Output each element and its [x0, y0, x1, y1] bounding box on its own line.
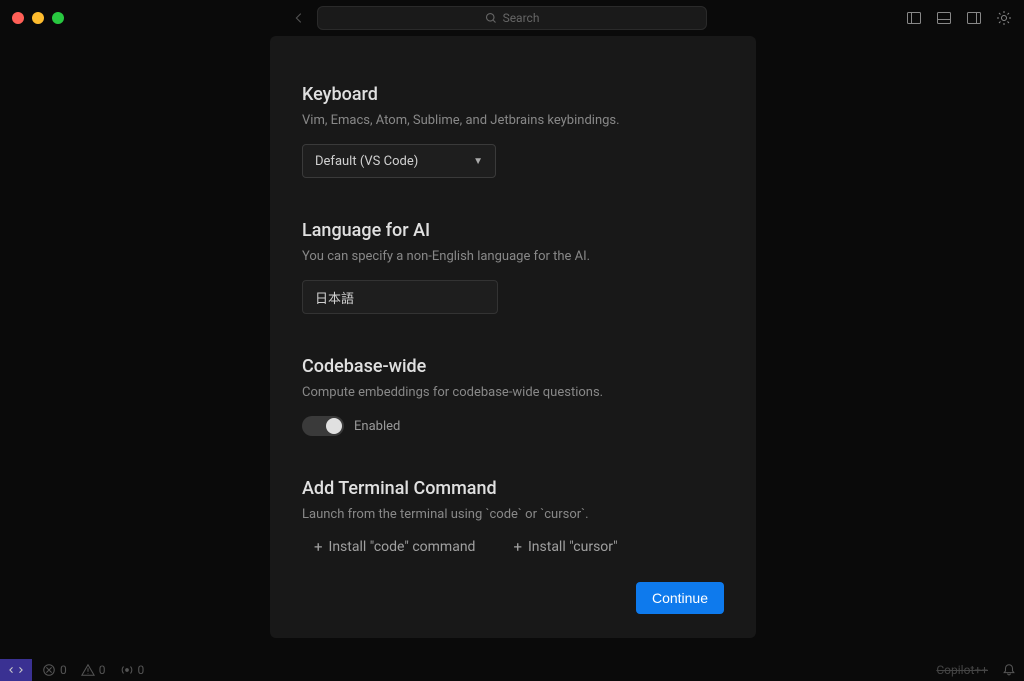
titlebar-right	[906, 10, 1012, 26]
copilot-status[interactable]: Copilot++	[936, 663, 988, 677]
language-desc: You can specify a non-English language f…	[302, 249, 724, 264]
panel-bottom-icon[interactable]	[936, 10, 952, 26]
continue-button[interactable]: Continue	[636, 582, 724, 614]
keyboard-desc: Vim, Emacs, Atom, Sublime, and Jetbrains…	[302, 113, 724, 128]
settings-gear-icon[interactable]	[996, 10, 1012, 26]
close-button[interactable]	[12, 12, 24, 24]
error-icon	[42, 663, 56, 677]
search-placeholder: Search	[503, 11, 540, 25]
plus-icon: +	[314, 538, 323, 556]
back-button[interactable]	[292, 11, 306, 25]
toggle-label: Enabled	[354, 419, 400, 434]
minimize-button[interactable]	[32, 12, 44, 24]
dropdown-value: Default (VS Code)	[315, 154, 418, 169]
language-section: Language for AI You can specify a non-En…	[302, 220, 724, 314]
titlebar: Search	[0, 0, 1024, 36]
panel-left-icon[interactable]	[906, 10, 922, 26]
install-code-label: Install "code" command	[329, 539, 476, 555]
errors-indicator[interactable]: 0	[42, 663, 67, 677]
warnings-count: 0	[99, 663, 106, 677]
remote-icon	[9, 663, 23, 677]
traffic-lights	[12, 12, 64, 24]
terminal-title: Add Terminal Command	[302, 478, 724, 499]
errors-count: 0	[60, 663, 67, 677]
status-bar: 0 0 0 Copilot++	[0, 659, 1024, 681]
plus-icon: +	[513, 538, 522, 556]
toggle-knob	[326, 418, 342, 434]
codebase-desc: Compute embeddings for codebase-wide que…	[302, 385, 724, 400]
settings-panel: Keyboard Vim, Emacs, Atom, Sublime, and …	[270, 36, 756, 638]
warning-icon	[81, 663, 95, 677]
keyboard-title: Keyboard	[302, 84, 724, 105]
codebase-toggle-row: Enabled	[302, 416, 724, 436]
maximize-button[interactable]	[52, 12, 64, 24]
codebase-section: Codebase-wide Compute embeddings for cod…	[302, 356, 724, 436]
language-title: Language for AI	[302, 220, 724, 241]
terminal-desc: Launch from the terminal using `code` or…	[302, 507, 724, 522]
status-right: Copilot++	[936, 663, 1016, 677]
search-icon	[485, 12, 497, 24]
remote-indicator[interactable]	[0, 659, 32, 681]
terminal-buttons: + Install "code" command + Install "curs…	[302, 538, 724, 556]
search-container: Search	[317, 6, 707, 30]
language-input[interactable]	[302, 280, 498, 314]
broadcast-icon	[120, 663, 134, 677]
keyboard-dropdown[interactable]: Default (VS Code) ▼	[302, 144, 496, 178]
install-code-button[interactable]: + Install "code" command	[314, 538, 475, 556]
codebase-toggle[interactable]	[302, 416, 344, 436]
install-cursor-label: Install "cursor"	[528, 539, 618, 555]
ports-indicator[interactable]: 0	[120, 663, 145, 677]
panel-right-icon[interactable]	[966, 10, 982, 26]
keyboard-section: Keyboard Vim, Emacs, Atom, Sublime, and …	[302, 84, 724, 178]
warnings-indicator[interactable]: 0	[81, 663, 106, 677]
bell-icon[interactable]	[1002, 663, 1016, 677]
codebase-title: Codebase-wide	[302, 356, 724, 377]
terminal-section: Add Terminal Command Launch from the ter…	[302, 478, 724, 556]
search-box[interactable]: Search	[317, 6, 707, 30]
install-cursor-button[interactable]: + Install "cursor"	[513, 538, 617, 556]
chevron-down-icon: ▼	[473, 156, 483, 167]
panel-footer: Continue	[302, 582, 724, 614]
ports-count: 0	[138, 663, 145, 677]
